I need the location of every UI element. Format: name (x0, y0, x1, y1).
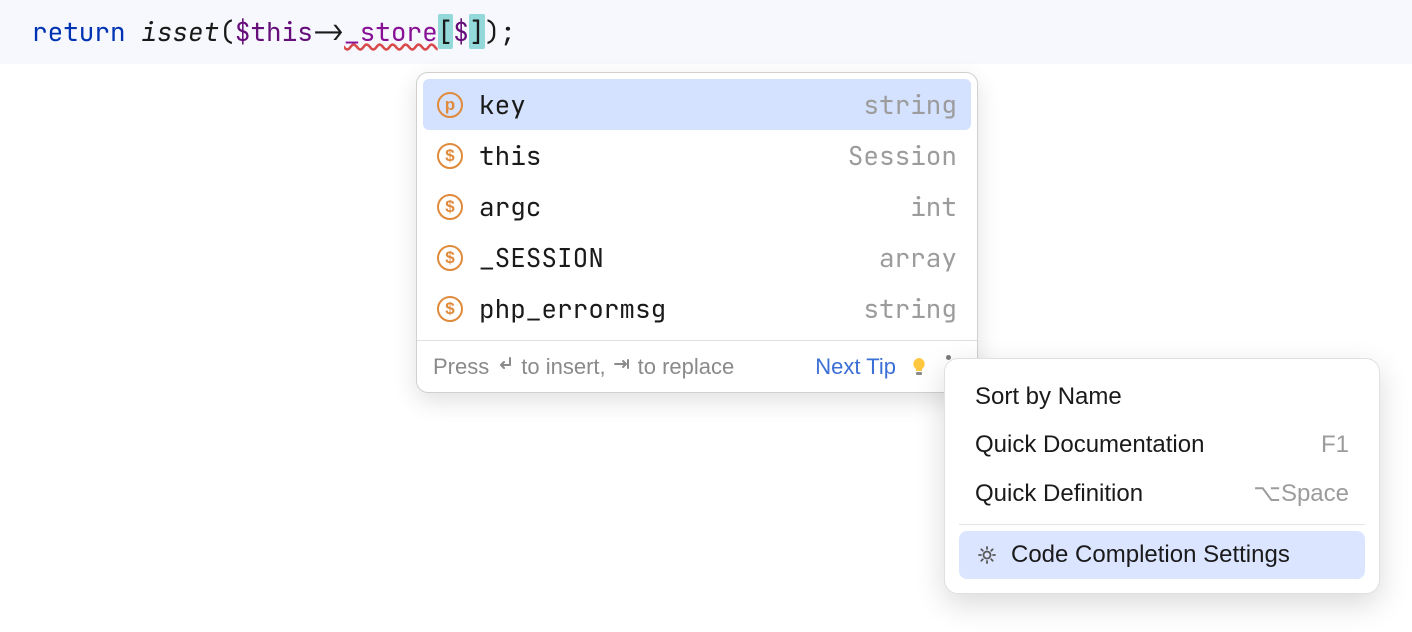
completion-name: _SESSION (479, 240, 879, 275)
menu-quick-documentation[interactable]: Quick Documentation F1 (959, 421, 1365, 469)
member-store: _store (344, 14, 438, 49)
menu-completion-settings[interactable]: Code Completion Settings (959, 531, 1365, 579)
variable-icon: $ (437, 296, 463, 322)
hint-insert: to insert, (521, 354, 605, 380)
menu-label: Code Completion Settings (1011, 541, 1349, 569)
completion-item-session[interactable]: $ _SESSION array (423, 232, 971, 283)
menu-sort-by-name[interactable]: Sort by Name (959, 373, 1365, 421)
menu-separator (959, 524, 1365, 525)
completion-type: string (863, 291, 957, 326)
editor-code-line[interactable]: return isset($this->_store[$]); (0, 0, 1412, 64)
completion-name: php_errormsg (479, 291, 863, 326)
left-bracket: [ (438, 14, 454, 49)
completion-item-key[interactable]: p key string (423, 79, 971, 130)
variable-icon: $ (437, 245, 463, 271)
menu-quick-definition[interactable]: Quick Definition ⌥Space (959, 469, 1365, 518)
completion-item-errormsg[interactable]: $ php_errormsg string (423, 283, 971, 334)
completion-item-this[interactable]: $ this Session (423, 130, 971, 181)
close-paren-semi: ); (485, 14, 516, 49)
completion-type: Session (848, 138, 957, 173)
completion-list: p key string $ this Session $ argc int $… (417, 73, 977, 340)
function-isset: isset (141, 14, 219, 49)
menu-label: Quick Documentation (975, 431, 1321, 459)
hint-replace: to replace (638, 354, 735, 380)
var-dollar: $ (453, 14, 469, 49)
completion-popup: p key string $ this Session $ argc int $… (416, 72, 978, 393)
next-tip-link[interactable]: Next Tip (815, 354, 896, 380)
enter-key-icon (495, 354, 515, 380)
completion-type: array (879, 240, 957, 275)
context-menu: Sort by Name Quick Documentation F1 Quic… (944, 358, 1380, 594)
variable-icon: $ (437, 143, 463, 169)
right-bracket: ] (469, 14, 485, 49)
menu-label: Sort by Name (975, 383, 1349, 411)
parameter-icon: p (437, 92, 463, 118)
completion-item-argc[interactable]: $ argc int (423, 181, 971, 232)
tab-key-icon (612, 354, 632, 380)
hint-press: Press (433, 354, 489, 380)
lightbulb-icon (908, 356, 930, 378)
arrow-op: -> (313, 14, 344, 49)
menu-shortcut: F1 (1321, 431, 1349, 459)
open-paren: ( (219, 14, 235, 49)
var-this: $this (235, 14, 313, 49)
completion-name: key (479, 87, 863, 122)
completion-type: string (863, 87, 957, 122)
variable-icon: $ (437, 194, 463, 220)
keyword-return: return (32, 14, 126, 49)
completion-hint-bar: Press to insert, to replace Next Tip (417, 340, 977, 392)
completion-name: argc (479, 189, 910, 224)
menu-shortcut: ⌥Space (1253, 479, 1349, 508)
gear-icon (975, 543, 999, 567)
completion-type: int (910, 189, 957, 224)
completion-name: this (479, 138, 848, 173)
menu-label: Quick Definition (975, 480, 1253, 508)
